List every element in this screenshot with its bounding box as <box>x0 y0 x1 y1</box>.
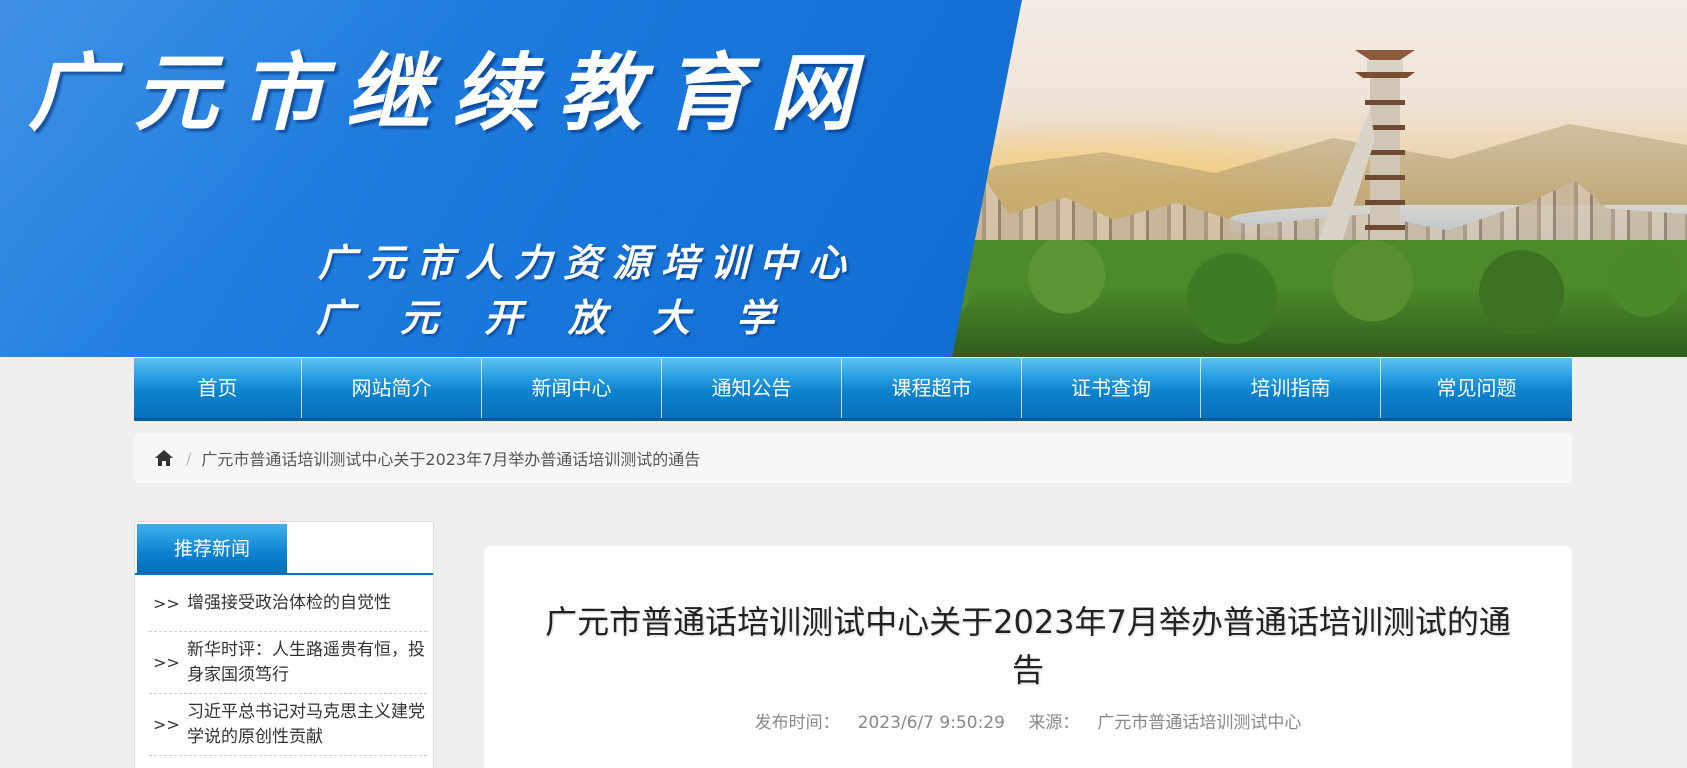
list-arrow: >> <box>153 715 180 734</box>
main-nav: 首页 网站简介 新闻中心 通知公告 课程超市 证书查询 培训指南 常见问题 <box>134 358 1572 421</box>
publish-time: 发布时间： 2023/6/7 9:50:29 <box>755 713 1005 733</box>
nav-item-notices[interactable]: 通知公告 <box>662 358 842 418</box>
site-banner: 广元市继续教育网 广元市人力资源培训中心 广元开放大学 <box>0 0 1687 357</box>
article-title: 广元市普通话培训测试中心关于2023年7月举办普通话培训测试的通告 <box>545 603 1511 689</box>
nav-item-news[interactable]: 新闻中心 <box>482 358 662 418</box>
list-item[interactable]: >> 增强接受政治体检的自觉性 <box>149 575 427 632</box>
source-value: 广元市普通话培训测试中心 <box>1097 713 1302 733</box>
source-label: 来源： <box>1028 713 1080 733</box>
recommended-news-panel: 推荐新闻 >> 增强接受政治体检的自觉性 >> 新华时评：人生路遥贵有恒，投身家… <box>134 521 434 768</box>
site-subtitle-training-center: 广元市人力资源培训中心 <box>318 240 858 285</box>
list-item[interactable]: >> 习近平总书记对马克思主义建党学说的原创性贡献 <box>149 694 427 756</box>
news-link[interactable]: 增强接受政治体检的自觉性 <box>187 591 391 616</box>
recommended-news-header: 推荐新闻 <box>135 522 433 575</box>
site-subtitle-open-university: 广元开放大学 <box>316 295 821 340</box>
article-meta: 发布时间： 2023/6/7 9:50:29 来源： 广元市普通话培训测试中心 <box>484 708 1572 733</box>
list-item[interactable]: >> 新华时评：人生路遥贵有恒，投身家国须笃行 <box>149 632 427 694</box>
news-link[interactable]: 新华时评：人生路遥贵有恒，投身家国须笃行 <box>187 638 427 688</box>
article-card: 广元市普通话培训测试中心关于2023年7月举办普通话培训测试的通告 发布时间： 2… <box>484 546 1572 768</box>
publish-time-label: 发布时间： <box>754 713 840 733</box>
breadcrumb-separator: / <box>186 448 192 468</box>
nav-item-guide[interactable]: 培训指南 <box>1201 358 1381 418</box>
nav-item-about[interactable]: 网站简介 <box>302 358 482 418</box>
nav-item-certificate[interactable]: 证书查询 <box>1022 358 1201 418</box>
nav-item-faq[interactable]: 常见问题 <box>1381 358 1572 418</box>
nav-item-courses[interactable]: 课程超市 <box>842 358 1022 418</box>
list-arrow: >> <box>153 653 180 672</box>
home-icon[interactable] <box>154 448 174 468</box>
banner-trees <box>860 240 1687 357</box>
breadcrumb-current: 广元市普通话培训测试中心关于2023年7月举办普通话培训测试的通告 <box>201 450 701 469</box>
list-arrow: >> <box>153 593 180 613</box>
recommended-news-list: >> 增强接受政治体检的自觉性 >> 新华时评：人生路遥贵有恒，投身家国须笃行 … <box>135 575 433 756</box>
article-source: 来源： 广元市普通话培训测试中心 <box>1028 713 1301 733</box>
breadcrumb: / 广元市普通话培训测试中心关于2023年7月举办普通话培训测试的通告 <box>134 433 1572 483</box>
news-link[interactable]: 习近平总书记对马克思主义建党学说的原创性贡献 <box>187 700 427 750</box>
nav-item-home[interactable]: 首页 <box>134 358 302 418</box>
recommended-news-tab[interactable]: 推荐新闻 <box>137 524 287 574</box>
publish-time-value: 2023/6/7 9:50:29 <box>857 713 1005 733</box>
site-title: 广元市继续教育网 <box>28 43 877 142</box>
